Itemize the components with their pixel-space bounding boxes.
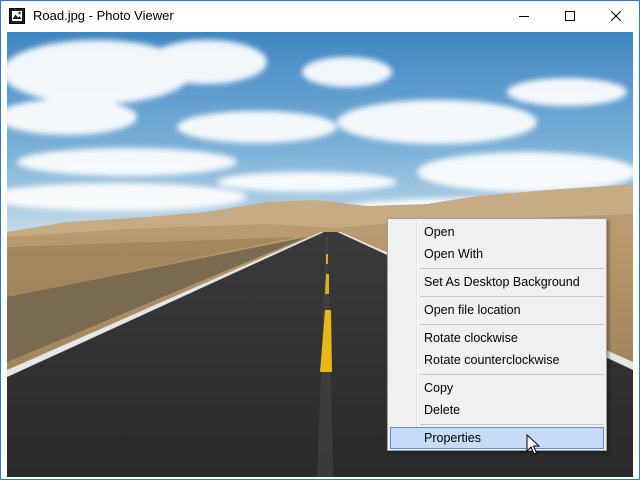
menu-separator (420, 296, 604, 297)
menu-separator (420, 324, 604, 325)
close-button[interactable] (593, 1, 639, 31)
minimize-button[interactable] (501, 1, 547, 31)
minimize-icon (519, 16, 529, 17)
maximize-icon (565, 11, 575, 21)
photo-viewer-app-icon (9, 8, 25, 24)
close-icon (611, 11, 621, 21)
window-title: Road.jpg - Photo Viewer (33, 8, 174, 23)
photo-viewer-window: Road.jpg - Photo Viewer Open Open With S… (0, 0, 640, 480)
menu-item-rotate-counterclockwise[interactable]: Rotate counterclockwise (390, 349, 604, 371)
menu-separator (420, 374, 604, 375)
menu-separator (420, 424, 604, 425)
menu-item-rotate-clockwise[interactable]: Rotate clockwise (390, 327, 604, 349)
menu-item-open-with[interactable]: Open With (390, 243, 604, 265)
menu-item-delete[interactable]: Delete (390, 399, 604, 421)
menu-item-open-file-location[interactable]: Open file location (390, 299, 604, 321)
maximize-button[interactable] (547, 1, 593, 31)
mouse-pointer-icon (526, 434, 540, 455)
menu-item-open[interactable]: Open (390, 221, 604, 243)
context-menu: Open Open With Set As Desktop Background… (387, 218, 607, 451)
menu-item-properties[interactable]: Properties (390, 427, 604, 449)
menu-item-set-desktop-background[interactable]: Set As Desktop Background (390, 271, 604, 293)
menu-separator (420, 268, 604, 269)
title-bar[interactable]: Road.jpg - Photo Viewer (1, 1, 639, 31)
menu-item-copy[interactable]: Copy (390, 377, 604, 399)
